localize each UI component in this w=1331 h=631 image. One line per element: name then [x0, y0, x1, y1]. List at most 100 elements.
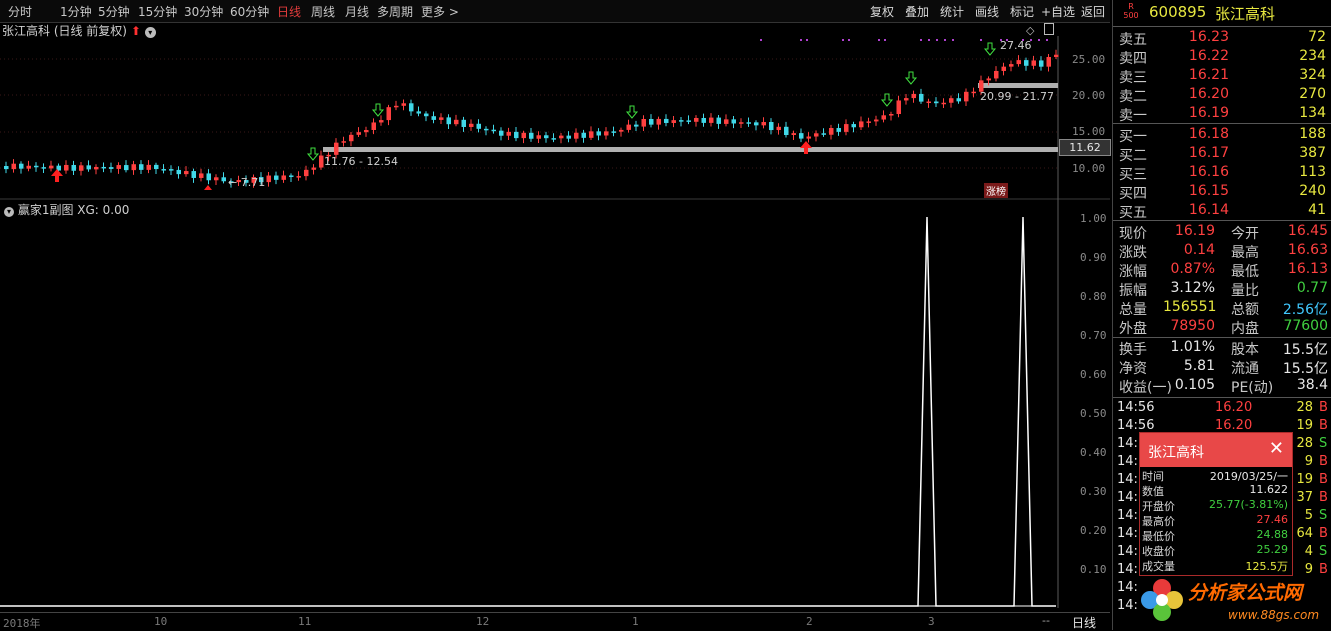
ask-row[interactable]: 卖五 16.23 72: [1113, 29, 1331, 48]
rating-badge: R 500: [1123, 2, 1139, 20]
tab-1min[interactable]: 1分钟: [60, 3, 92, 20]
tick-volume: 19: [1296, 472, 1313, 487]
bid-row[interactable]: 买二 16.17 387: [1113, 145, 1331, 164]
candle-body: [521, 132, 526, 139]
fundamental-row: 收益(一) 0.105 PE(动) 38.4: [1113, 377, 1331, 396]
candle-body: [506, 131, 511, 136]
stats-button[interactable]: 统计: [940, 3, 964, 20]
tick-time: 14:56: [1117, 418, 1155, 433]
bid-row[interactable]: 买四 16.15 240: [1113, 183, 1331, 202]
candle-body: [911, 93, 916, 99]
tab-daily[interactable]: 日线: [277, 3, 301, 20]
bid-label: 买一: [1119, 129, 1147, 145]
add-watchlist-button[interactable]: +自选: [1041, 3, 1075, 20]
candle-body: [784, 126, 789, 136]
stat-row: 振幅 3.12% 量比 0.77: [1113, 280, 1331, 299]
fundamental-value: 0.105: [1174, 377, 1215, 393]
candle-body: [1024, 60, 1029, 66]
mark-button[interactable]: 标记: [1010, 3, 1034, 20]
flower-logo-icon: [1141, 579, 1183, 621]
signal-dot: [878, 39, 880, 41]
tab-30min[interactable]: 30分钟: [184, 3, 223, 20]
ask-row[interactable]: 卖一 16.19 134: [1113, 105, 1331, 124]
time-label: 2: [806, 615, 813, 628]
scroll-button[interactable]: --: [1042, 614, 1050, 627]
tab-more[interactable]: 更多 >: [421, 3, 459, 20]
back-button[interactable]: 返回: [1081, 3, 1105, 20]
stat-value: 16.19: [1174, 223, 1215, 239]
tab-15min[interactable]: 15分钟: [138, 3, 177, 20]
stat-label: 量比: [1231, 283, 1259, 299]
bid-label: 买二: [1119, 148, 1147, 164]
status-badge: 涨榜: [984, 183, 1008, 198]
tick-volume: 19: [1296, 418, 1313, 433]
popup-key: 开盘价: [1142, 500, 1175, 513]
tick-side: B: [1319, 526, 1328, 541]
candle-body: [79, 165, 84, 171]
adjust-button[interactable]: 复权: [870, 3, 894, 20]
panel-icon[interactable]: [1044, 23, 1054, 35]
candle-body: [986, 78, 991, 81]
candle-body: [799, 133, 804, 139]
candle-body: [926, 101, 931, 104]
period-label[interactable]: 日线: [1072, 614, 1096, 631]
price-axis-label: 20.00: [1072, 89, 1106, 102]
ask-price: 16.21: [1188, 67, 1229, 83]
tick-side: S: [1319, 544, 1328, 559]
stock-code: 600895: [1149, 3, 1207, 21]
close-icon[interactable]: ✕: [1269, 438, 1284, 459]
time-label: 12: [476, 615, 490, 628]
bid-label: 买四: [1119, 186, 1147, 202]
candle-body: [941, 102, 946, 105]
time-label: 11: [298, 615, 312, 628]
overlay-button[interactable]: 叠加: [905, 3, 929, 20]
candle-body: [439, 117, 444, 120]
tab-timeshare[interactable]: 分时: [8, 3, 32, 20]
candle-body: [956, 98, 961, 102]
ask-row[interactable]: 卖四 16.22 234: [1113, 48, 1331, 67]
tab-weekly[interactable]: 周线: [311, 3, 335, 20]
popup-value: 24.88: [1256, 528, 1289, 541]
stat-label: 最低: [1231, 264, 1259, 280]
bid-row[interactable]: 买五 16.14 41: [1113, 202, 1331, 221]
stat-value: 2.56亿: [1282, 302, 1328, 318]
bid-row[interactable]: 买三 16.16 113: [1113, 164, 1331, 183]
candle-body: [754, 122, 759, 126]
candle-body: [731, 119, 736, 124]
popup-value: 25.29: [1256, 543, 1289, 556]
ask-price: 16.22: [1188, 48, 1229, 64]
stat-value: 16.45: [1287, 223, 1328, 239]
tick-side: B: [1319, 472, 1328, 487]
draw-button[interactable]: 画线: [975, 3, 999, 20]
candle-body: [139, 164, 144, 170]
candle-body: [664, 118, 669, 123]
tick-volume: 37: [1296, 490, 1313, 505]
candle-body: [431, 116, 436, 120]
range-label-1: 11.76 - 12.54: [324, 155, 398, 168]
popup-key: 最低价: [1142, 530, 1175, 543]
ask-row[interactable]: 卖三 16.21 324: [1113, 67, 1331, 86]
fundamental-value: 5.81: [1183, 358, 1215, 374]
candle-body: [551, 138, 556, 140]
settings-icon[interactable]: ▾: [4, 207, 14, 217]
stat-label: 外盘: [1119, 321, 1147, 337]
candle-body: [169, 169, 174, 171]
tab-monthly[interactable]: 月线: [345, 3, 369, 20]
stat-value: 156551: [1163, 299, 1217, 315]
candle-body: [491, 129, 496, 132]
stat-label: 最高: [1231, 245, 1259, 261]
tab-5min[interactable]: 5分钟: [98, 3, 130, 20]
candle-body: [109, 167, 114, 169]
price-axis-label: 15.00: [1072, 125, 1106, 138]
diamond-icon[interactable]: ◇: [1026, 24, 1034, 37]
ask-volume: 72: [1308, 29, 1326, 45]
tab-60min[interactable]: 60分钟: [230, 3, 269, 20]
candle-body: [1001, 66, 1006, 71]
bid-row[interactable]: 买一 16.18 188: [1113, 126, 1331, 145]
ask-row[interactable]: 卖二 16.20 270: [1113, 86, 1331, 105]
tab-multi-period[interactable]: 多周期: [377, 3, 413, 20]
candle-body: [379, 120, 384, 123]
candle-body: [971, 91, 976, 94]
price-axis-label: 10.00: [1072, 162, 1106, 175]
candle-body: [154, 164, 159, 170]
